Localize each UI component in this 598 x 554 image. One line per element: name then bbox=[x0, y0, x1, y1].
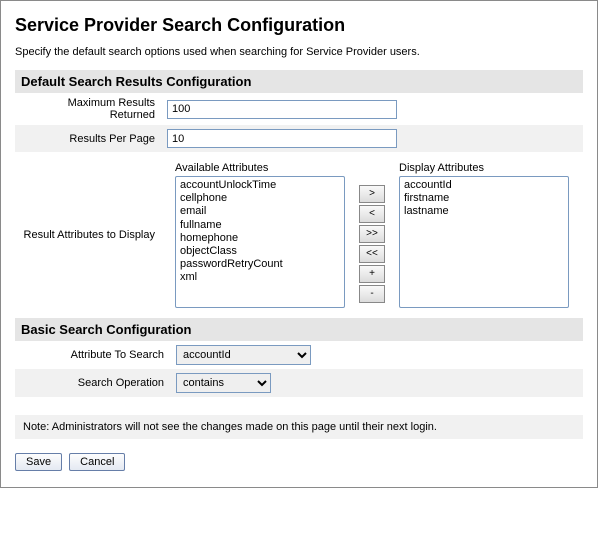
section-default-header: Default Search Results Configuration bbox=[15, 70, 583, 93]
move-right-button[interactable]: > bbox=[359, 185, 385, 203]
max-results-label: Maximum Results Returned bbox=[15, 93, 161, 125]
page-title: Service Provider Search Configuration bbox=[15, 15, 583, 36]
page-description: Specify the default search options used … bbox=[15, 46, 583, 58]
section-basic-header: Basic Search Configuration bbox=[15, 318, 583, 341]
move-left-button[interactable]: < bbox=[359, 205, 385, 223]
move-all-right-button[interactable]: >> bbox=[359, 225, 385, 243]
config-panel: Service Provider Search Configuration Sp… bbox=[0, 0, 598, 488]
action-bar: Save Cancel bbox=[15, 453, 583, 471]
result-attrs-label: Result Attributes to Display bbox=[15, 152, 161, 318]
move-up-button[interactable]: + bbox=[359, 265, 385, 283]
available-attrs-list[interactable]: accountUnlockTimecellphoneemailfullnameh… bbox=[175, 176, 345, 308]
per-page-input[interactable] bbox=[167, 129, 397, 148]
search-op-label: Search Operation bbox=[15, 369, 170, 397]
attr-to-search-select[interactable]: accountId bbox=[176, 345, 311, 365]
shuttle-table: Available Attributes accountUnlockTimece… bbox=[167, 156, 577, 314]
save-button[interactable]: Save bbox=[15, 453, 62, 471]
attr-to-search-label: Attribute To Search bbox=[15, 341, 170, 369]
available-attrs-header: Available Attributes bbox=[175, 162, 345, 174]
note-bar: Note: Administrators will not see the ch… bbox=[15, 415, 583, 439]
move-all-left-button[interactable]: << bbox=[359, 245, 385, 263]
search-op-select[interactable]: contains bbox=[176, 373, 271, 393]
per-page-label: Results Per Page bbox=[15, 125, 161, 152]
max-results-input[interactable] bbox=[167, 100, 397, 119]
basic-search-table: Attribute To Search accountId Search Ope… bbox=[15, 341, 583, 397]
move-down-button[interactable]: - bbox=[359, 285, 385, 303]
display-attrs-header: Display Attributes bbox=[399, 162, 569, 174]
cancel-button[interactable]: Cancel bbox=[69, 453, 125, 471]
shuttle-buttons: > < >> << + - bbox=[359, 167, 385, 303]
default-search-table: Maximum Results Returned Results Per Pag… bbox=[15, 93, 583, 318]
display-attrs-list[interactable]: accountIdfirstnamelastname bbox=[399, 176, 569, 308]
